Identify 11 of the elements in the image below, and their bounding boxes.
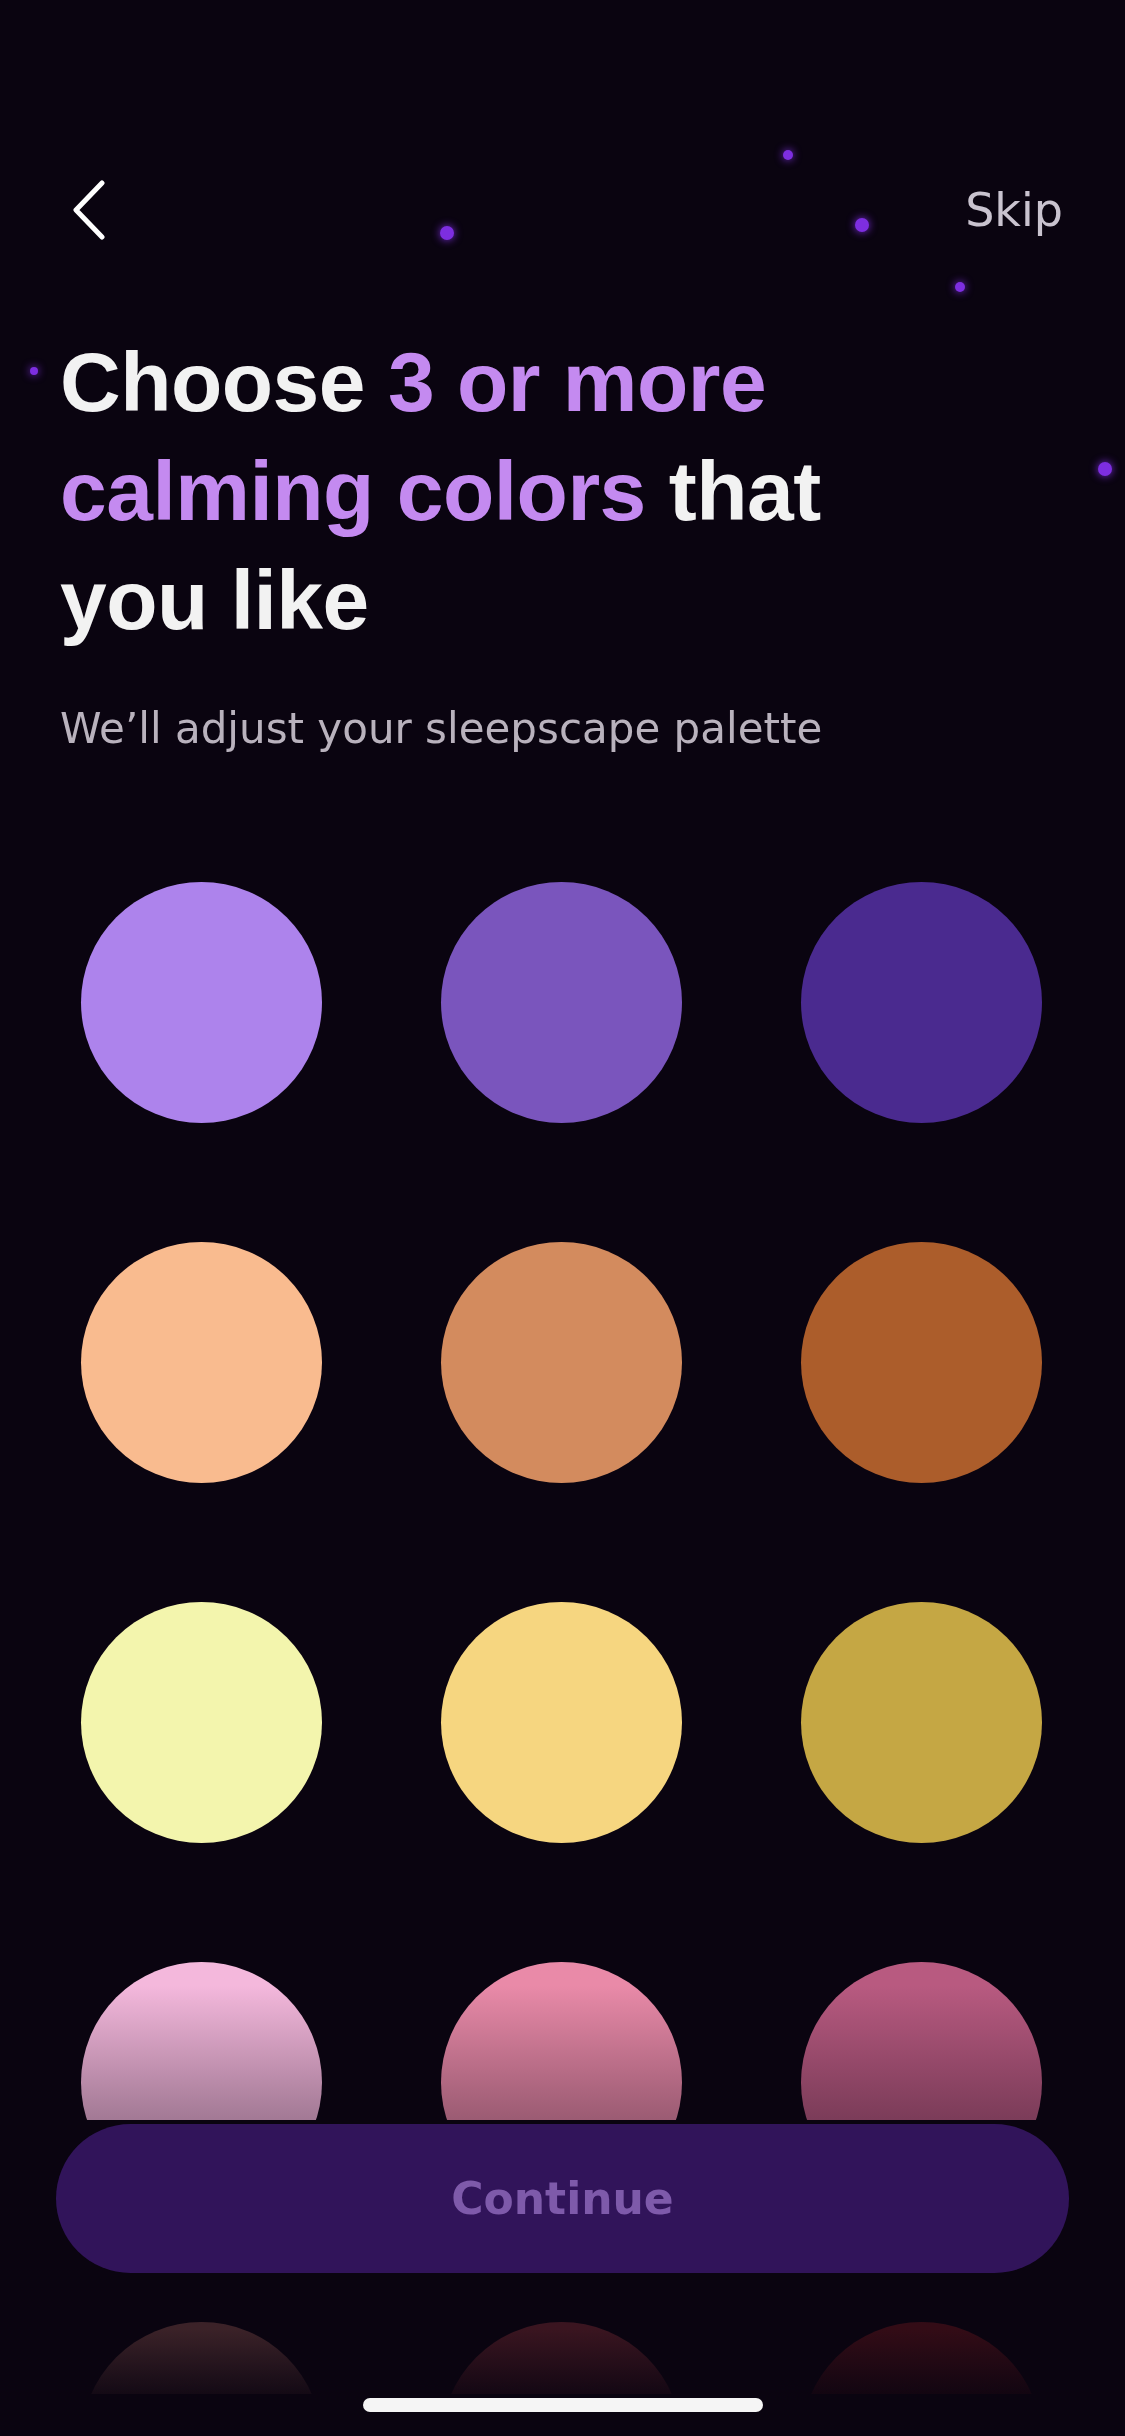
subtitle: We’ll adjust your sleepscape palette bbox=[60, 703, 824, 755]
skip-button[interactable]: Skip bbox=[965, 183, 1063, 237]
sparkle-dot bbox=[955, 282, 965, 292]
sparkle-dot bbox=[855, 218, 869, 232]
sparkle-dot bbox=[783, 150, 793, 160]
sparkle-dot bbox=[30, 367, 38, 375]
chevron-left-icon bbox=[72, 180, 106, 240]
sparkle-dot bbox=[1098, 462, 1112, 476]
back-button[interactable] bbox=[72, 180, 106, 240]
page-title: Choose 3 or more calming colors that you like bbox=[60, 334, 822, 649]
sparkle-dot bbox=[440, 226, 454, 240]
